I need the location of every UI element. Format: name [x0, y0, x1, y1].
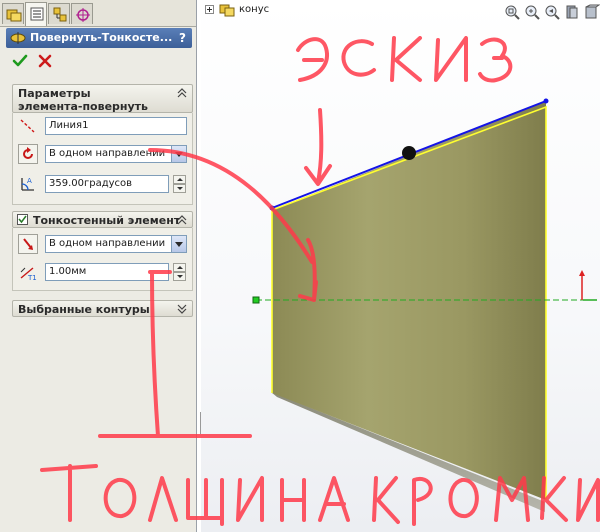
view-toolbar	[500, 4, 600, 22]
angle-spinner[interactable]	[173, 175, 186, 193]
dimxpert-manager-tab-icon	[76, 8, 90, 22]
spin-up-icon[interactable]	[173, 175, 186, 184]
help-button[interactable]: ?	[179, 31, 186, 45]
svg-text:T1: T1	[27, 274, 37, 282]
thickness-spinner[interactable]	[173, 263, 186, 281]
cancel-button[interactable]	[36, 52, 54, 70]
section-view-icon[interactable]	[564, 4, 580, 20]
revolve-parameters-group: Линия1 В одном направлении A 359.00граду…	[12, 113, 193, 205]
ok-button[interactable]	[11, 52, 29, 70]
sketch-endpoint[interactable]	[543, 98, 549, 104]
axis-line-icon	[20, 119, 35, 133]
feature-manager-tab-icon	[6, 9, 22, 22]
spin-down-icon[interactable]	[173, 184, 186, 193]
axis-selector-button[interactable]	[18, 116, 38, 136]
property-manager-tab-icon	[30, 7, 44, 21]
previous-view-icon[interactable]	[544, 4, 560, 20]
collapse-chevron-icon[interactable]	[176, 87, 188, 99]
axis-field[interactable]: Линия1	[45, 117, 187, 135]
part-name: конус	[239, 4, 270, 15]
axis-start-handle[interactable]	[252, 296, 260, 304]
collapse-chevron-icon[interactable]	[176, 214, 188, 226]
thin-reverse-direction-button[interactable]	[18, 234, 38, 254]
selected-contours-group-header[interactable]: Выбранные контуры	[12, 300, 193, 317]
feature-manager-tab[interactable]	[2, 3, 24, 24]
thin-feature-checkbox[interactable]	[17, 214, 29, 226]
view-orientation-icon[interactable]	[584, 4, 600, 20]
angle-icon: A	[21, 177, 34, 191]
dropdown-arrow-icon[interactable]	[171, 146, 186, 162]
sketch-endpoint[interactable]	[269, 205, 275, 211]
zoom-to-fit-icon[interactable]	[504, 4, 520, 20]
configuration-manager-tab-icon	[53, 7, 67, 22]
selected-contours-title: Выбранные контуры	[18, 303, 150, 316]
expand-chevron-icon[interactable]	[176, 303, 188, 315]
triad-arrow-icon	[579, 270, 585, 276]
configuration-manager-tab[interactable]	[48, 3, 70, 24]
svg-text:A: A	[27, 177, 32, 185]
dimxpert-manager-tab[interactable]	[71, 3, 93, 24]
revolve-thin-icon	[10, 32, 26, 44]
zoom-area-icon[interactable]	[524, 4, 540, 20]
thickness-field[interactable]: 1.00мм	[45, 263, 169, 281]
feature-title-bar: Повернуть-Тонкосте... ?	[6, 28, 192, 48]
reverse-direction-icon	[23, 147, 33, 159]
feature-title: Повернуть-Тонкосте...	[30, 31, 173, 44]
revolve-parameters-title: Параметры элемента-повернуть	[18, 87, 149, 113]
manager-tabs	[0, 0, 196, 27]
thickness-label: T1	[18, 263, 38, 283]
spin-up-icon[interactable]	[173, 263, 186, 272]
thin-feature-title: Тонкостенный элемент	[33, 214, 181, 227]
expand-plus-icon[interactable]	[205, 5, 214, 14]
graphics-viewport[interactable]: конус	[201, 0, 600, 532]
revolve-type-select[interactable]: В одном направлении	[45, 145, 187, 163]
model-scene	[252, 98, 597, 512]
thin-type-select[interactable]: В одном направлении	[45, 235, 187, 253]
property-manager-panel: Повернуть-Тонкосте... ? Параметры элемент…	[0, 0, 197, 532]
revolve-parameters-group-header[interactable]: Параметры элемента-повернуть	[12, 84, 193, 113]
reverse-direction-button[interactable]	[18, 144, 38, 164]
angle-label: A	[18, 174, 38, 194]
reverse-arrow-icon	[23, 238, 33, 250]
dropdown-arrow-icon[interactable]	[171, 236, 186, 252]
thickness-icon: T1	[20, 267, 37, 282]
sketch-handle-point[interactable]	[402, 146, 416, 160]
thin-feature-group-header[interactable]: Тонкостенный элемент	[12, 211, 193, 228]
angle-field[interactable]: 359.00градусов	[45, 175, 169, 193]
property-manager-tab[interactable]	[25, 2, 47, 26]
spin-down-icon[interactable]	[173, 272, 186, 281]
part-icon	[219, 4, 235, 17]
thin-feature-group: В одном направлении T1 1.00мм	[12, 228, 193, 291]
